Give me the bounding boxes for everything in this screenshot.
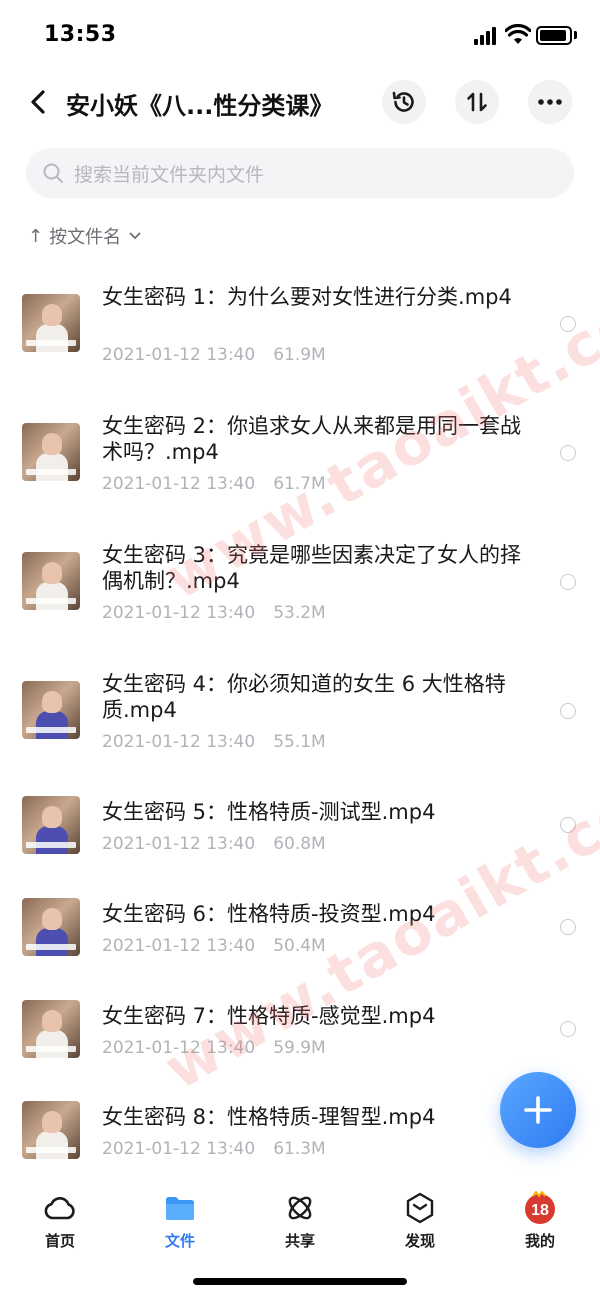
video-thumbnail (22, 898, 80, 956)
status-time: 13:53 (44, 22, 117, 47)
file-size: 55.1M (273, 732, 326, 752)
search-placeholder: 搜索当前文件夹内文件 (74, 163, 265, 186)
file-name: 女生密码 2：你追求女人从来都是用同一套战术吗？.mp4 (102, 414, 522, 464)
sort-by-name-button[interactable]: ↑ 按文件名 (28, 223, 141, 249)
avatar-icon: 18 (522, 1190, 558, 1226)
profile-badge-text: 18 (531, 1202, 549, 1219)
atom-icon (282, 1190, 318, 1226)
tab-share[interactable]: 共享 (240, 1172, 360, 1252)
select-checkbox[interactable] (560, 703, 576, 719)
file-size: 61.7M (273, 474, 326, 494)
file-date: 2021-01-12 13:40 (102, 1139, 256, 1159)
arrow-up-icon: ↑ (28, 225, 44, 247)
video-thumbnail (22, 1000, 80, 1058)
add-button[interactable] (500, 1072, 576, 1148)
video-thumbnail (22, 294, 80, 352)
search-input[interactable]: 搜索当前文件夹内文件 (26, 148, 574, 198)
sort-label: 按文件名 (49, 227, 122, 248)
video-thumbnail (22, 796, 80, 854)
sort-toggle-button[interactable] (455, 80, 499, 124)
swap-vertical-icon (467, 92, 487, 112)
file-meta: 2021-01-12 13:40 53.2M (102, 603, 326, 623)
file-meta: 2021-01-12 13:40 59.9M (102, 1038, 326, 1058)
tab-label: 共享 (284, 1232, 315, 1250)
tab-label: 我的 (524, 1232, 555, 1250)
file-name: 女生密码 7：性格特质-感觉型.mp4 (102, 1004, 436, 1028)
video-thumbnail (22, 423, 80, 481)
file-size: 59.9M (273, 1038, 326, 1058)
back-button[interactable] (22, 86, 54, 118)
file-meta: 2021-01-12 13:40 50.4M (102, 936, 326, 956)
file-size: 61.9M (273, 345, 326, 365)
tab-files[interactable]: 文件 (120, 1172, 240, 1252)
tab-profile[interactable]: 18 我的 (480, 1172, 600, 1252)
file-date: 2021-01-12 13:40 (102, 936, 256, 956)
file-meta: 2021-01-12 13:40 60.8M (102, 834, 326, 854)
history-icon (392, 91, 414, 112)
search-icon (43, 163, 63, 183)
file-name: 女生密码 8：性格特质-理智型.mp4 (102, 1105, 436, 1129)
video-thumbnail (22, 552, 80, 610)
plus-icon (524, 1096, 552, 1124)
battery-icon (536, 26, 572, 45)
cube-icon (402, 1190, 438, 1226)
tab-label: 文件 (164, 1232, 195, 1250)
tab-home[interactable]: 首页 (0, 1172, 120, 1252)
file-date: 2021-01-12 13:40 (102, 474, 256, 494)
chevron-down-icon (129, 232, 141, 240)
more-button[interactable] (528, 80, 572, 124)
file-date: 2021-01-12 13:40 (102, 603, 256, 623)
video-thumbnail (22, 1101, 80, 1159)
file-size: 50.4M (273, 936, 326, 956)
file-name: 女生密码 1：为什么要对女性进行分类.mp4 (102, 285, 512, 309)
file-size: 53.2M (273, 603, 326, 623)
history-button[interactable] (382, 80, 426, 124)
status-bar: 13:53 (0, 0, 600, 70)
tab-label: 发现 (404, 1232, 435, 1250)
file-meta: 2021-01-12 13:40 61.7M (102, 474, 326, 494)
file-name: 女生密码 4：你必须知道的女生 6 大性格特质.mp4 (102, 672, 506, 722)
chevron-left-icon (31, 90, 45, 114)
file-meta: 2021-01-12 13:40 55.1M (102, 732, 326, 752)
file-name: 女生密码 3：究竟是哪些因素决定了女人的择偶机制？.mp4 (102, 543, 522, 593)
file-date: 2021-01-12 13:40 (102, 834, 256, 854)
home-indicator (193, 1278, 407, 1285)
file-date: 2021-01-12 13:40 (102, 1038, 256, 1058)
file-meta: 2021-01-12 13:40 61.3M (102, 1139, 326, 1159)
signal-icon (474, 27, 498, 45)
page-title: 安小妖《八...性分类课》 (66, 92, 334, 120)
file-date: 2021-01-12 13:40 (102, 345, 256, 365)
video-thumbnail (22, 681, 80, 739)
select-checkbox[interactable] (560, 316, 576, 332)
file-meta: 2021-01-12 13:40 61.9M (102, 345, 326, 365)
select-checkbox[interactable] (560, 445, 576, 461)
cloud-icon (42, 1190, 78, 1226)
folder-icon (162, 1190, 198, 1226)
select-checkbox[interactable] (560, 1021, 576, 1037)
file-date: 2021-01-12 13:40 (102, 732, 256, 752)
file-name: 女生密码 6：性格特质-投资型.mp4 (102, 902, 436, 926)
wifi-icon (505, 24, 531, 44)
file-name: 女生密码 5：性格特质-测试型.mp4 (102, 800, 436, 824)
file-size: 60.8M (273, 834, 326, 854)
select-checkbox[interactable] (560, 919, 576, 935)
more-dots-icon (538, 99, 562, 105)
tab-label: 首页 (44, 1232, 75, 1250)
select-checkbox[interactable] (560, 817, 576, 833)
file-size: 61.3M (273, 1139, 326, 1159)
bottom-tab-bar: 首页 文件 共享 发现 18 我的 (0, 1172, 600, 1268)
select-checkbox[interactable] (560, 574, 576, 590)
tab-discover[interactable]: 发现 (360, 1172, 480, 1252)
